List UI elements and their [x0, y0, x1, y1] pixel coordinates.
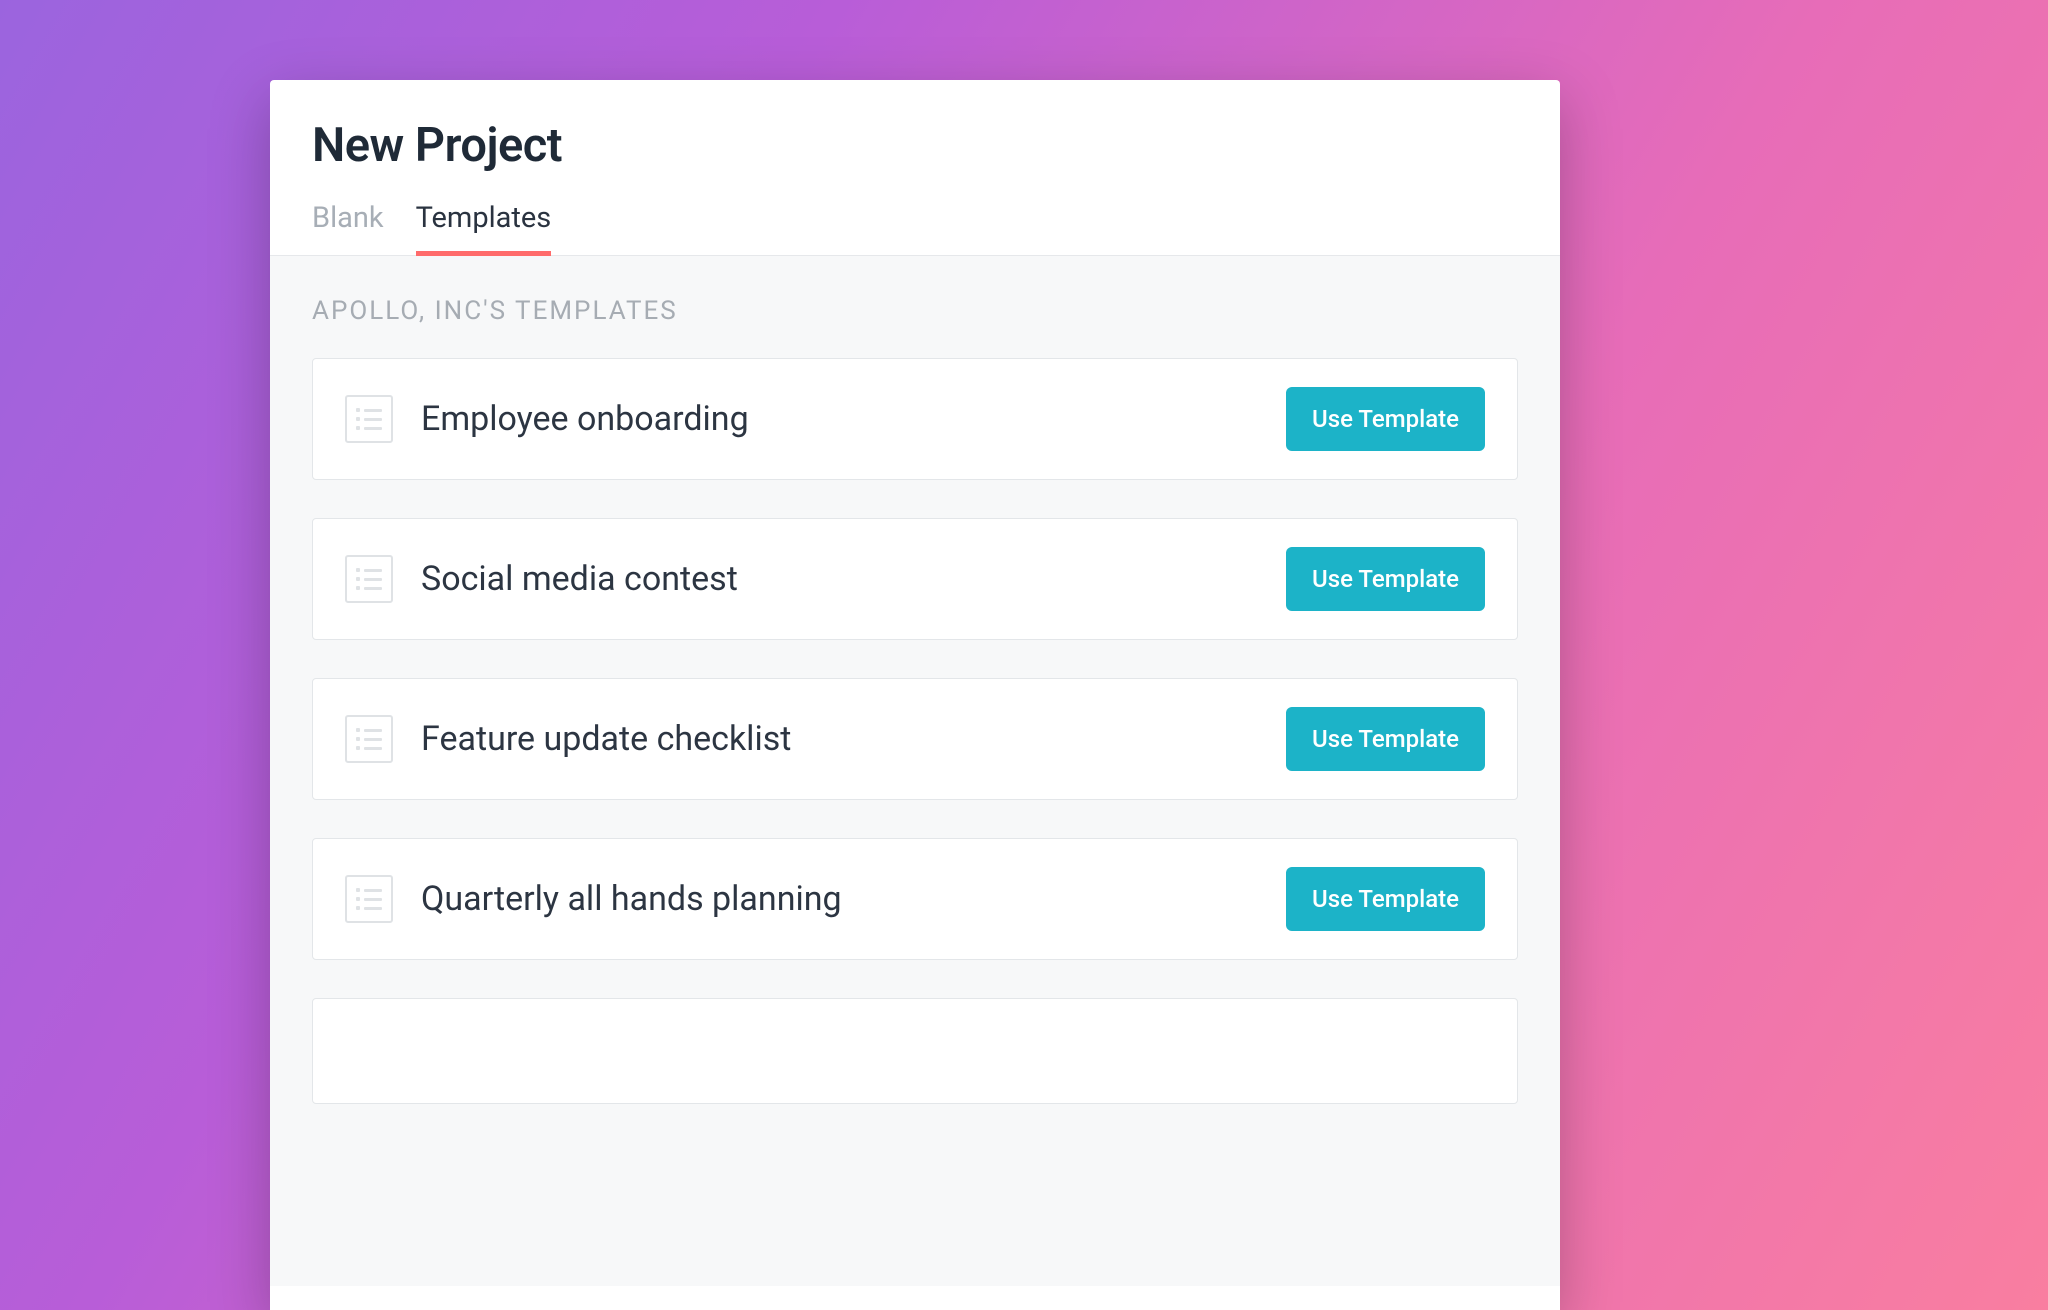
template-name: Quarterly all hands planning [421, 879, 1286, 919]
use-template-button[interactable]: Use Template [1286, 387, 1485, 451]
section-heading: Apollo, Inc's Templates [312, 296, 1518, 326]
template-row [312, 998, 1518, 1104]
tab-blank[interactable]: Blank [312, 201, 384, 256]
modal-title: New Project [312, 118, 1518, 173]
template-name: Feature update checklist [421, 719, 1286, 759]
template-row: Social media contest Use Template [312, 518, 1518, 640]
template-row: Quarterly all hands planning Use Templat… [312, 838, 1518, 960]
tab-templates[interactable]: Templates [416, 201, 552, 256]
use-template-button[interactable]: Use Template [1286, 547, 1485, 611]
template-name: Social media contest [421, 559, 1286, 599]
list-icon [345, 715, 393, 763]
use-template-button[interactable]: Use Template [1286, 707, 1485, 771]
modal-header: New Project [270, 80, 1560, 173]
list-icon [345, 395, 393, 443]
list-icon [345, 555, 393, 603]
tabs-bar: Blank Templates [270, 201, 1560, 256]
new-project-modal: New Project Blank Templates Apollo, Inc'… [270, 80, 1560, 1310]
template-row: Feature update checklist Use Template [312, 678, 1518, 800]
templates-panel: Apollo, Inc's Templates Employee onboard… [270, 256, 1560, 1286]
template-row: Employee onboarding Use Template [312, 358, 1518, 480]
template-name: Employee onboarding [421, 399, 1286, 439]
list-icon [345, 875, 393, 923]
use-template-button[interactable]: Use Template [1286, 867, 1485, 931]
